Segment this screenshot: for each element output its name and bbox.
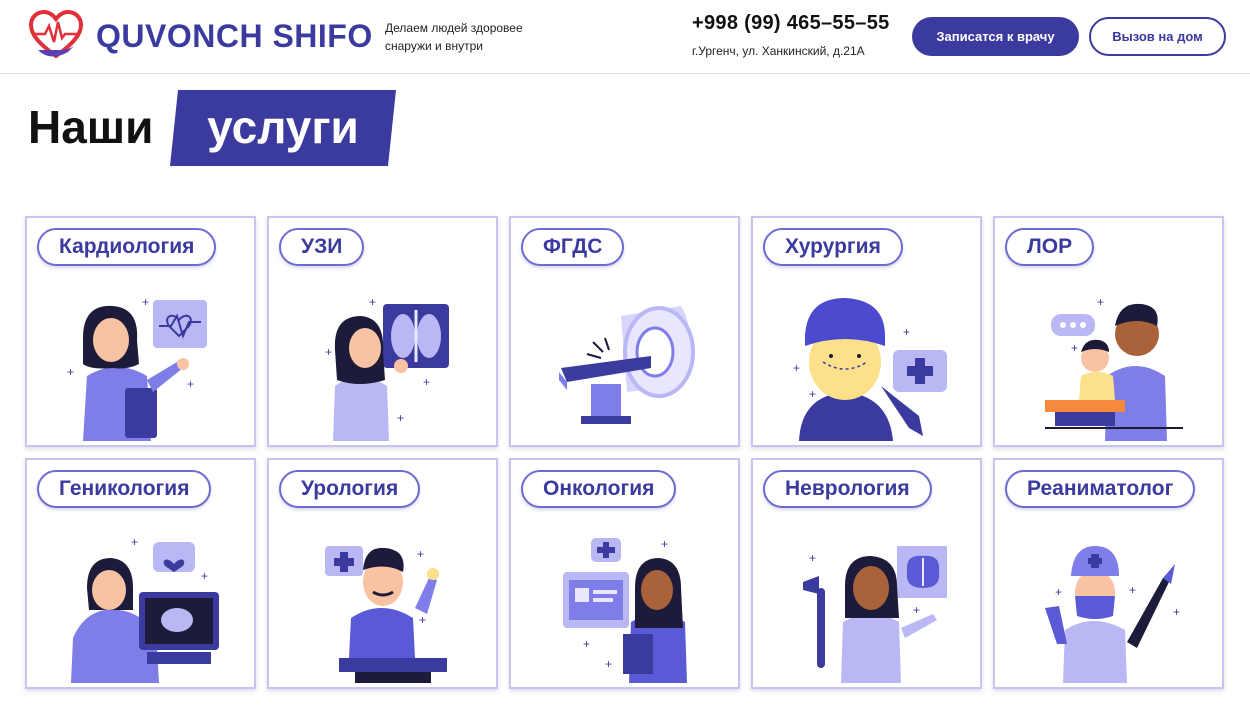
service-card-label[interactable]: Онкология bbox=[521, 470, 677, 508]
svg-text:+: + bbox=[809, 387, 816, 401]
service-card-label[interactable]: Урология bbox=[279, 470, 421, 508]
urology-doctor-icon: + + bbox=[325, 546, 447, 683]
service-card-label[interactable]: Геникология bbox=[37, 470, 212, 508]
ultrasound-pregnancy-icon: + + bbox=[71, 535, 219, 683]
svg-text:+: + bbox=[142, 295, 149, 309]
svg-text:+: + bbox=[583, 637, 590, 651]
svg-text:+: + bbox=[793, 361, 800, 375]
service-card-surgery[interactable]: Хурургия + + + bbox=[751, 216, 982, 447]
svg-text:+: + bbox=[605, 657, 612, 671]
svg-text:+: + bbox=[397, 411, 404, 425]
svg-text:+: + bbox=[131, 535, 138, 549]
appointment-button[interactable]: Записатся к врачу bbox=[912, 17, 1079, 56]
service-card-label[interactable]: ЛОР bbox=[1005, 228, 1095, 266]
service-card-label[interactable]: Хурургия bbox=[763, 228, 903, 266]
svg-text:+: + bbox=[67, 365, 74, 379]
svg-text:+: + bbox=[325, 345, 332, 359]
service-card-resuscitation[interactable]: Реаниматолог + + + bbox=[993, 458, 1224, 689]
svg-text:+: + bbox=[1071, 341, 1078, 355]
phone-number[interactable]: +998 (99) 465–55–55 bbox=[692, 12, 890, 35]
mri-scanner-icon bbox=[559, 306, 695, 424]
clinic-address: г.Ургенч, ул. Ханкинский, д.21А bbox=[692, 44, 865, 58]
svg-text:+: + bbox=[1129, 583, 1136, 597]
service-card-cardiology[interactable]: Кардиология + + + bbox=[25, 216, 256, 447]
svg-text:+: + bbox=[809, 551, 816, 565]
service-card-fgds[interactable]: ФГДС bbox=[509, 216, 740, 447]
service-card-urology[interactable]: Урология + + bbox=[267, 458, 498, 689]
svg-text:+: + bbox=[1097, 295, 1104, 309]
svg-text:+: + bbox=[1055, 585, 1062, 599]
svg-text:+: + bbox=[913, 603, 920, 617]
svg-text:+: + bbox=[903, 325, 910, 339]
neurology-brain-icon: + + bbox=[803, 546, 947, 683]
service-card-label[interactable]: УЗИ bbox=[279, 228, 365, 266]
svg-text:+: + bbox=[661, 537, 668, 551]
svg-text:+: + bbox=[423, 375, 430, 389]
svg-text:+: + bbox=[419, 613, 426, 627]
section-title-accent: услуги bbox=[207, 101, 359, 153]
svg-text:+: + bbox=[1173, 605, 1180, 619]
service-card-oncology[interactable]: Онкология + + + bbox=[509, 458, 740, 689]
service-card-ultrasound[interactable]: УЗИ + + + + bbox=[267, 216, 498, 447]
service-card-label[interactable]: Реаниматолог bbox=[1005, 470, 1196, 508]
brand-tagline: Делаем людей здоровее снаружи и внутри bbox=[385, 21, 523, 53]
cardiology-doctor-icon: + + + bbox=[67, 295, 207, 441]
brand-name[interactable]: QUVONCH SHIFO bbox=[96, 18, 373, 55]
svg-text:+: + bbox=[417, 547, 424, 561]
service-card-label[interactable]: Кардиология bbox=[37, 228, 217, 266]
service-card-ent[interactable]: ЛОР + + bbox=[993, 216, 1224, 447]
surgery-face-icon: + + + bbox=[793, 298, 947, 441]
svg-text:+: + bbox=[201, 569, 208, 583]
oncology-doctor-icon: + + + bbox=[563, 537, 687, 683]
service-card-label[interactable]: Неврология bbox=[763, 470, 932, 508]
heart-logo-icon[interactable] bbox=[28, 10, 84, 62]
home-call-button[interactable]: Вызов на дом bbox=[1089, 17, 1226, 56]
site-header: QUVONCH SHIFO Делаем людей здоровее снар… bbox=[0, 0, 1250, 74]
resuscitation-surgeon-icon: + + + bbox=[1045, 546, 1180, 683]
section-title: Наши bbox=[28, 101, 154, 153]
svg-text:+: + bbox=[369, 295, 376, 309]
service-card-label[interactable]: ФГДС bbox=[521, 228, 625, 266]
service-card-neurology[interactable]: Неврология + + bbox=[751, 458, 982, 689]
ent-doctor-child-icon: + + bbox=[1045, 295, 1183, 441]
service-card-gynecology[interactable]: Геникология + + bbox=[25, 458, 256, 689]
xray-doctor-icon: + + + + bbox=[325, 295, 449, 441]
svg-text:+: + bbox=[187, 377, 194, 391]
